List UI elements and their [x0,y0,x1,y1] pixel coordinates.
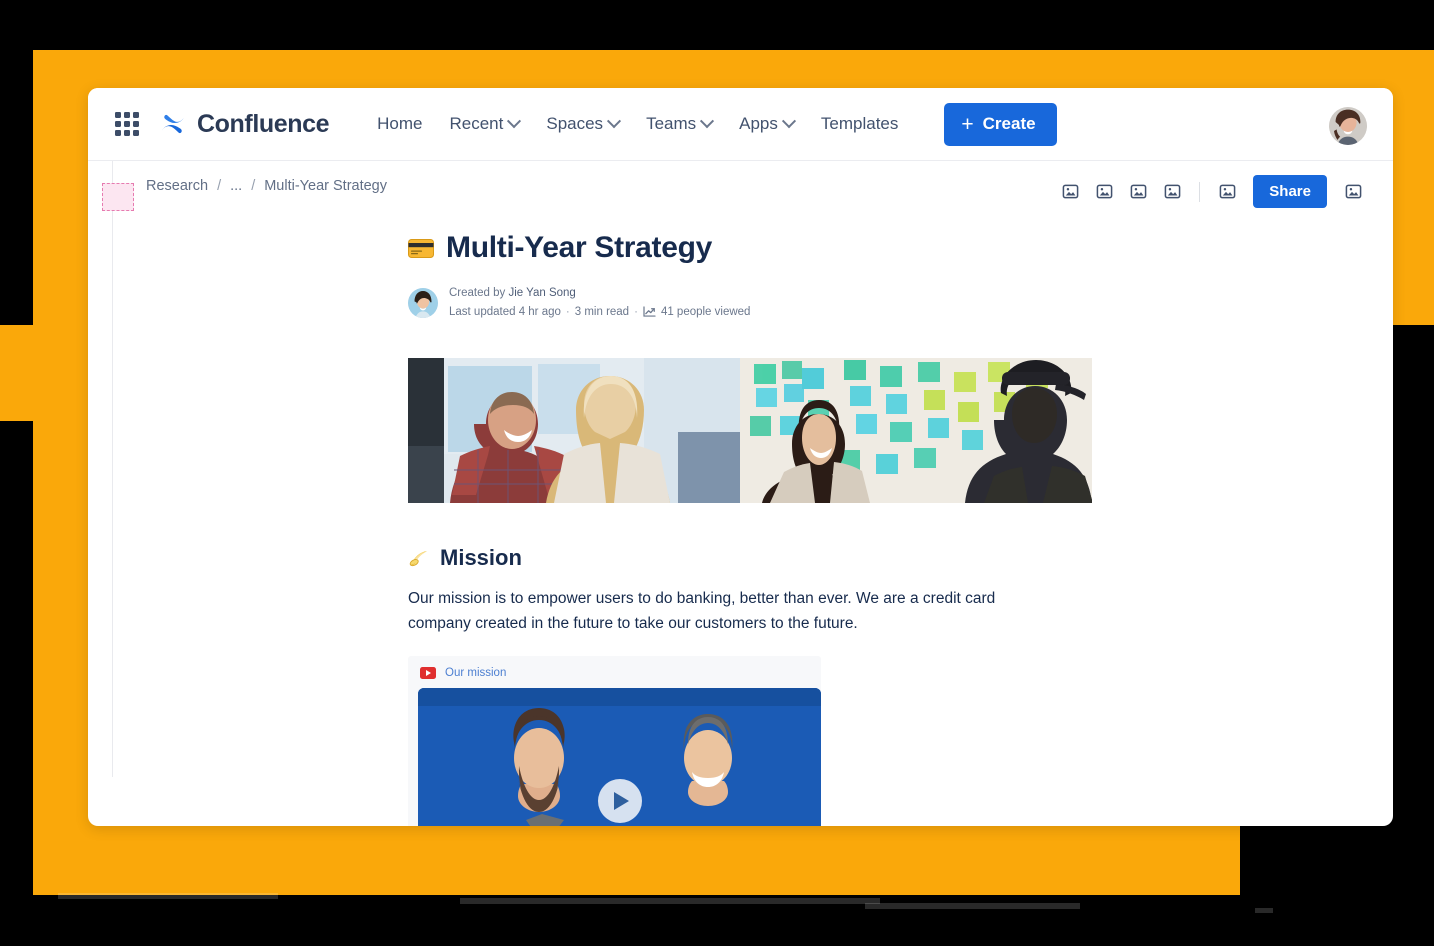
broken-image-icon[interactable] [1339,178,1367,206]
author-name[interactable]: Jie Yan Song [508,287,575,299]
page-toolbar: Share [1056,175,1367,208]
breadcrumb-item-ellipsis[interactable]: ... [230,178,242,194]
space-avatar-placeholder[interactable] [102,183,134,211]
chevron-down-icon [606,114,622,129]
play-icon[interactable] [597,779,642,824]
nav-label: Spaces [546,114,604,133]
background-accent-stripe [58,893,278,899]
dizzy-sparkle-emoji[interactable] [408,547,430,569]
video-embed-card: Our mission [408,656,821,826]
two-founders-blue-backdrop-photo[interactable] [418,688,821,826]
last-updated: Last updated 4 hr ago [449,305,561,318]
page-byline: Created by Jie Yan Song Last updated 4 h… [408,284,1092,321]
broken-image-icon[interactable] [1056,178,1084,206]
grid-apps-icon[interactable] [110,107,144,141]
nav-label: Teams [646,114,697,133]
document-content: Multi-Year Strategy Created by Jie Yan S… [88,231,1393,826]
video-embed-header: Our mission [418,665,811,688]
breadcrumb-separator: / [251,178,256,194]
breadcrumb: Research / ... / Multi-Year Strategy [146,178,387,194]
youtube-play-icon [420,667,436,680]
nav-label: Home [377,114,423,133]
section-title: Mission [440,545,522,571]
background-panel-left [0,325,100,421]
video-title-link[interactable]: Our mission [445,667,506,679]
section-heading-mission: Mission [408,545,1092,571]
share-button[interactable]: Share [1253,175,1327,208]
meta-separator: · [634,305,638,318]
create-button-label: Create [982,114,1036,133]
brand-home-link[interactable]: Confluence [160,109,330,139]
analytics-chart-icon[interactable] [643,306,656,318]
page-chrome-bar: Research / ... / Multi-Year Strategy Sha… [88,161,1393,777]
nav-item-recent[interactable]: Recent [439,106,529,142]
broken-image-icon[interactable] [1158,178,1186,206]
created-by-label: Created by [449,287,506,299]
broken-image-icon[interactable] [1124,178,1152,206]
byline-text: Created by Jie Yan Song Last updated 4 h… [449,284,750,321]
chevron-down-icon [507,114,522,129]
team-conversation-photo [408,358,740,504]
confluence-app-window: Confluence Home Recent Spaces Teams Apps… [88,88,1393,826]
primary-nav-links: Home Recent Spaces Teams Apps Templates [367,106,908,142]
top-navigation-bar: Confluence Home Recent Spaces Teams Apps… [88,88,1393,161]
nav-item-apps[interactable]: Apps [729,106,804,142]
nav-item-templates[interactable]: Templates [811,106,908,142]
avatar[interactable] [1329,107,1367,145]
breadcrumb-item-current[interactable]: Multi-Year Strategy [264,178,387,194]
broken-image-icon[interactable] [1213,178,1241,206]
sticky-notes-workshop-photo [740,358,1092,504]
nav-item-teams[interactable]: Teams [636,106,722,142]
background-accent-stripe [460,898,880,904]
background-accent-stripe [1255,908,1273,913]
author-avatar[interactable] [408,287,438,318]
hero-image-strip [408,358,1092,504]
nav-label: Recent [449,114,504,133]
screenshot-stage: Confluence Home Recent Spaces Teams Apps… [0,0,1434,946]
brand-name-label: Confluence [197,109,330,138]
background-accent-stripe [865,903,1080,909]
create-button[interactable]: + Create [944,102,1057,146]
confluence-logo-icon [160,111,186,137]
read-time: 3 min read [574,305,630,318]
breadcrumb-item-research[interactable]: Research [146,178,208,194]
chevron-down-icon [781,114,796,129]
nav-label: Templates [820,114,899,133]
broken-image-icon[interactable] [1090,178,1118,206]
background-panel-bottom [33,825,1240,895]
breadcrumb-separator: / [217,178,222,194]
section-paragraph: Our mission is to empower users to do ba… [408,590,996,633]
meta-separator: · [565,305,570,318]
nav-label: Apps [739,114,778,133]
plus-icon: + [961,112,974,136]
page-title-row: Multi-Year Strategy [408,231,1092,265]
nav-item-home[interactable]: Home [367,106,432,142]
page-title: Multi-Year Strategy [446,231,713,264]
chevron-down-icon [700,114,715,129]
view-count: 41 people viewed [660,305,751,318]
toolbar-divider [1199,181,1201,202]
nav-item-spaces[interactable]: Spaces [536,106,629,142]
byline-row-created: Created by Jie Yan Song [449,284,750,303]
byline-row-meta: Last updated 4 hr ago · 3 min read · 41 … [449,303,750,322]
credit-card-emoji[interactable] [408,238,434,258]
